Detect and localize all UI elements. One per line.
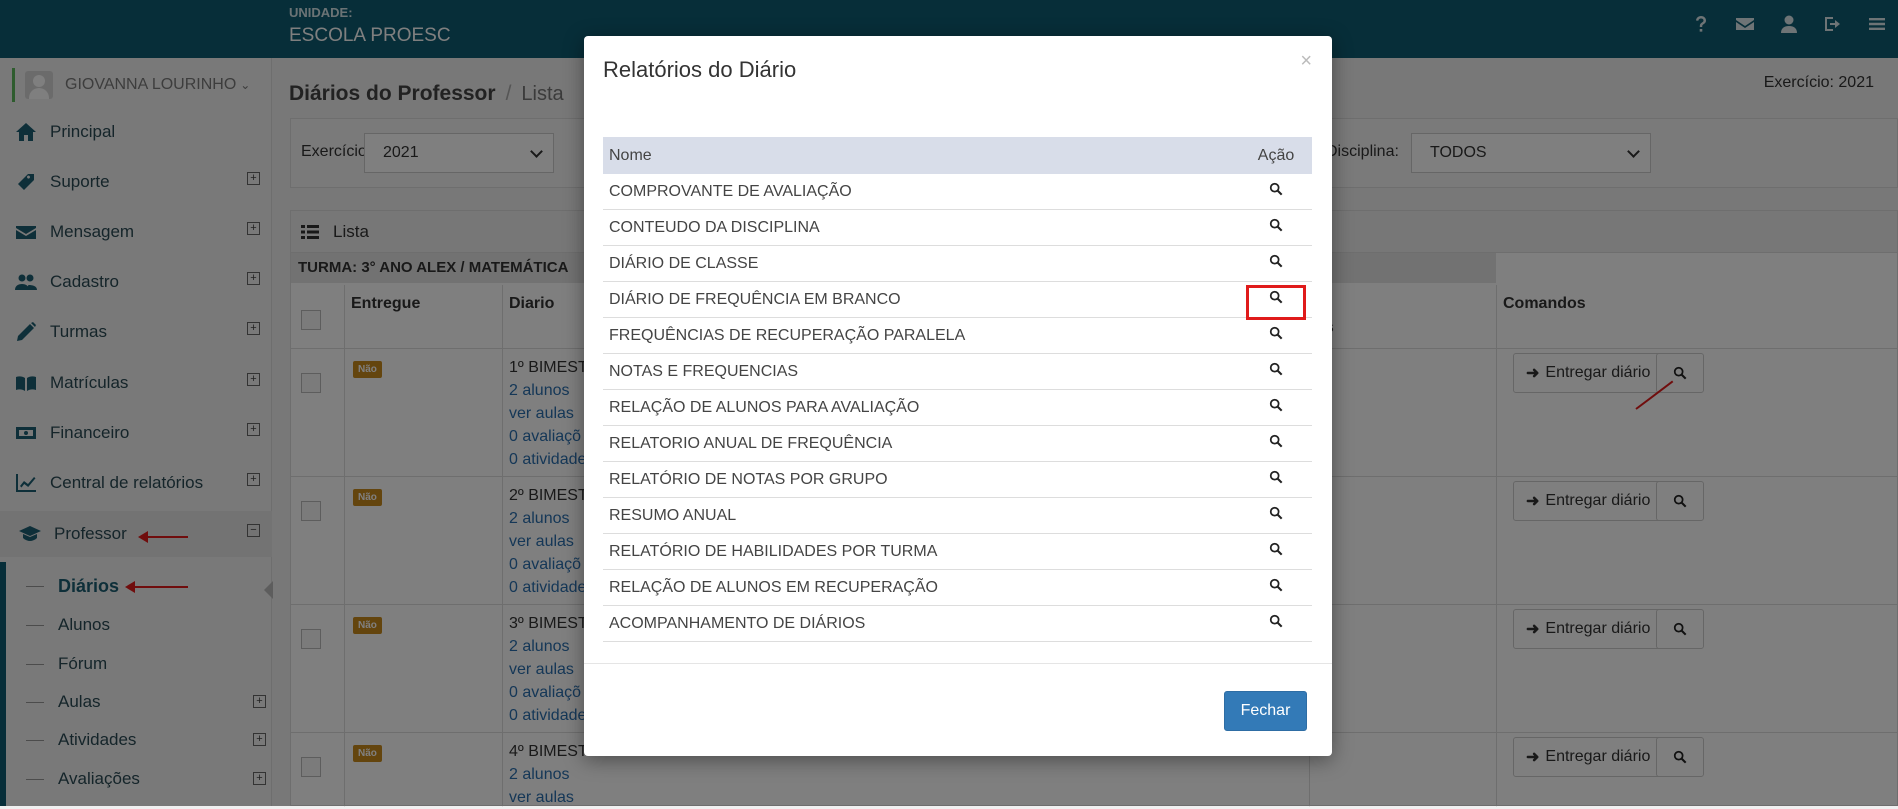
search-icon[interactable]	[1269, 398, 1283, 417]
report-row: DIÁRIO DE FREQUÊNCIA EM BRANCO	[603, 282, 1312, 318]
reports-table: Nome Ação COMPROVANTE DE AVALIAÇÃO CONTEU…	[603, 137, 1312, 642]
search-icon[interactable]	[1269, 542, 1283, 561]
report-action	[1240, 578, 1312, 597]
search-icon[interactable]	[1269, 254, 1283, 273]
report-name: RESUMO ANUAL	[609, 506, 737, 524]
annotation-highlight-box	[1246, 285, 1306, 320]
report-action	[1240, 218, 1312, 237]
report-action	[1240, 326, 1312, 345]
report-row: ACOMPANHAMENTO DE DIÁRIOS	[603, 606, 1312, 642]
report-name: ACOMPANHAMENTO DE DIÁRIOS	[609, 614, 866, 632]
report-row: RELAÇÃO DE ALUNOS EM RECUPERAÇÃO	[603, 570, 1312, 606]
search-icon[interactable]	[1269, 470, 1283, 489]
report-row: RELATORIO ANUAL DE FREQUÊNCIA	[603, 426, 1312, 462]
report-row: RELAÇÃO DE ALUNOS PARA AVALIAÇÃO	[603, 390, 1312, 426]
report-action	[1240, 614, 1312, 633]
report-row: NOTAS E FREQUENCIAS	[603, 354, 1312, 390]
report-name: RELAÇÃO DE ALUNOS EM RECUPERAÇÃO	[609, 578, 938, 596]
report-action	[1240, 542, 1312, 561]
search-icon[interactable]	[1269, 614, 1283, 633]
report-name: RELATORIO ANUAL DE FREQUÊNCIA	[609, 434, 893, 452]
search-icon[interactable]	[1269, 434, 1283, 453]
report-row: RESUMO ANUAL	[603, 498, 1312, 534]
search-icon[interactable]	[1269, 218, 1283, 237]
report-name: RELATÓRIO DE NOTAS POR GRUPO	[609, 470, 888, 488]
close-icon[interactable]: ×	[1300, 50, 1312, 73]
search-icon[interactable]	[1269, 506, 1283, 525]
report-name: RELATÓRIO DE HABILIDADES POR TURMA	[609, 542, 938, 560]
search-icon[interactable]	[1269, 578, 1283, 597]
report-name: COMPROVANTE DE AVALIAÇÃO	[609, 182, 852, 200]
report-name: DIÁRIO DE FREQUÊNCIA EM BRANCO	[609, 290, 901, 308]
modal-footer-divider	[584, 663, 1332, 664]
report-row: COMPROVANTE DE AVALIAÇÃO	[603, 174, 1312, 210]
report-name: DIÁRIO DE CLASSE	[609, 254, 759, 272]
report-row: FREQUÊNCIAS DE RECUPERAÇÃO PARALELA	[603, 318, 1312, 354]
report-name: CONTEUDO DA DISCIPLINA	[609, 218, 820, 236]
report-action	[1240, 398, 1312, 417]
search-icon[interactable]	[1269, 362, 1283, 381]
fechar-button[interactable]: Fechar	[1224, 691, 1307, 731]
column-header-nome: Nome	[609, 146, 652, 164]
modal-title: Relatórios do Diário	[603, 57, 797, 82]
report-name: NOTAS E FREQUENCIAS	[609, 362, 799, 380]
reports-table-header: Nome Ação	[603, 137, 1312, 174]
report-action	[1240, 470, 1312, 489]
report-name: FREQUÊNCIAS DE RECUPERAÇÃO PARALELA	[609, 326, 966, 344]
report-action	[1240, 254, 1312, 273]
report-action	[1240, 182, 1312, 201]
report-action	[1240, 506, 1312, 525]
column-header-acao: Ação	[1257, 146, 1295, 164]
report-name: RELAÇÃO DE ALUNOS PARA AVALIAÇÃO	[609, 398, 920, 416]
report-action	[1240, 362, 1312, 381]
search-icon[interactable]	[1269, 326, 1283, 345]
report-row: RELATÓRIO DE NOTAS POR GRUPO	[603, 462, 1312, 498]
report-row: CONTEUDO DA DISCIPLINA	[603, 210, 1312, 246]
reports-table-body: COMPROVANTE DE AVALIAÇÃO CONTEUDO DA DISC…	[603, 174, 1312, 642]
reports-modal: Relatórios do Diário × Nome Ação COMPROV…	[584, 36, 1332, 756]
report-row: RELATÓRIO DE HABILIDADES POR TURMA	[603, 534, 1312, 570]
search-icon[interactable]	[1269, 182, 1283, 201]
report-row: DIÁRIO DE CLASSE	[603, 246, 1312, 282]
report-action	[1240, 434, 1312, 453]
